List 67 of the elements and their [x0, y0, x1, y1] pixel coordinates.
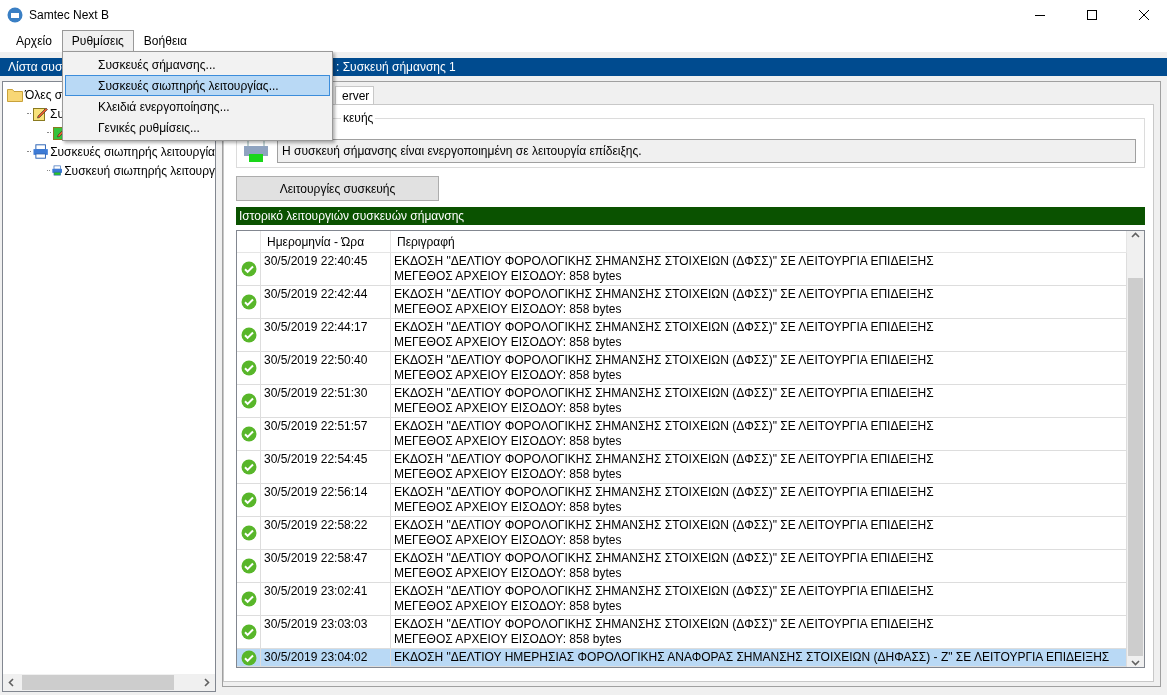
table-cell: ΕΚΔΟΣΗ "ΔΕΛΤΙΟΥ ΗΜΕΡΗΣΙΑΣ ΦΟΡΟΛΟΓΙΚΗΣ ΑΝΑΦΟΡΑΣ ΣΗΜΑΝΣΗΣ ΣΤΟΙΧΕΙΩΝ (ΔΗΦΑΣΣ) - Ζ" ΣΕ ΛΕΙΤΟΥΡΓΙΑ ΕΠΙΔΕΙΞΗΣ: [391, 649, 1127, 667]
group-label: κευής: [342, 111, 375, 125]
table-cell: 30/5/2019 22:58:22: [261, 517, 391, 550]
chevron-down-icon[interactable]: [1131, 658, 1140, 667]
maximize-icon: [1087, 10, 1097, 20]
chevron-left-icon[interactable]: [7, 678, 16, 687]
chevron-right-icon[interactable]: [202, 678, 211, 687]
table-cell: 30/5/2019 22:40:45: [261, 253, 391, 286]
table-cell: ΕΚΔΟΣΗ "ΔΕΛΤΙΟΥ ΦΟΡΟΛΟΓΙΚΗΣ ΣΗΜΑΝΣΗΣ ΣΤΟΙΧΕΙΩΝ (ΔΦΣΣ)" ΣΕ ΛΕΙΤΟΥΡΓΙΑ ΕΠΙΔΕΙΞΗΣ ΜΕΓΕΘΟΣ ΑΡΧΕΙΟΥ ΕΙΣΟΔΟΥ: 858 bytes: [391, 517, 1127, 550]
table-cell: 30/5/2019 22:51:57: [261, 418, 391, 451]
table-cell: ΕΚΔΟΣΗ "ΔΕΛΤΙΟΥ ΦΟΡΟΛΟΓΙΚΗΣ ΣΗΜΑΝΣΗΣ ΣΤΟΙΧΕΙΩΝ (ΔΦΣΣ)" ΣΕ ΛΕΙΤΟΥΡΓΙΑ ΕΠΙΔΕΙΞΗΣ ΜΕΓΕΘΟΣ ΑΡΧΕΙΟΥ ΕΙΣΟΔΟΥ: 858 bytes: [391, 616, 1127, 649]
table-cell: 30/5/2019 22:44:17: [261, 319, 391, 352]
check-circle-icon: [240, 558, 257, 574]
table-cell: ΕΚΔΟΣΗ "ΔΕΛΤΙΟΥ ΦΟΡΟΛΟΓΙΚΗΣ ΣΗΜΑΝΣΗΣ ΣΤΟΙΧΕΙΩΝ (ΔΦΣΣ)" ΣΕ ΛΕΙΤΟΥΡΓΙΑ ΕΠΙΔΕΙΞΗΣ ΜΕΓΕΘΟΣ ΑΡΧΕΙΟΥ ΕΙΣΟΔΟΥ: 858 bytes: [391, 352, 1127, 385]
table-cell: ΕΚΔΟΣΗ "ΔΕΛΤΙΟΥ ΦΟΡΟΛΟΓΙΚΗΣ ΣΗΜΑΝΣΗΣ ΣΤΟΙΧΕΙΩΝ (ΔΦΣΣ)" ΣΕ ΛΕΙΤΟΥΡΓΙΑ ΕΠΙΔΕΙΞΗΣ ΜΕΓΕΘΟΣ ΑΡΧΕΙΟΥ ΕΙΣΟΔΟΥ: 858 bytes: [391, 418, 1127, 451]
section-header: Ιστορικό λειτουργιών συσκευών σήμανσης: [236, 207, 1145, 225]
printer-icon: [51, 163, 63, 178]
table-cell: 30/5/2019 23:02:41: [261, 583, 391, 616]
check-circle-icon: [240, 393, 257, 409]
check-circle-icon: [240, 459, 257, 475]
table-cell: 30/5/2019 22:58:47: [261, 550, 391, 583]
table-cell: 30/5/2019 22:56:14: [261, 484, 391, 517]
printer-icon: [32, 144, 49, 159]
check-circle-icon: [240, 525, 257, 541]
tree-item[interactable]: Συσκευή σιωπηρής λειτουργ: [64, 163, 215, 178]
check-circle-icon: [240, 360, 257, 376]
printer-icon: [243, 139, 269, 163]
table-cell: 30/5/2019 22:50:40: [261, 352, 391, 385]
table-cell: ΕΚΔΟΣΗ "ΔΕΛΤΙΟΥ ΦΟΡΟΛΟΓΙΚΗΣ ΣΗΜΑΝΣΗΣ ΣΤΟΙΧΕΙΩΝ (ΔΦΣΣ)" ΣΕ ΛΕΙΤΟΥΡΓΙΑ ΕΠΙΔΕΙΞΗΣ ΜΕΓΕΘΟΣ ΑΡΧΕΙΟΥ ΕΙΣΟΔΟΥ: 858 bytes: [391, 550, 1127, 583]
table-cell: ΕΚΔΟΣΗ "ΔΕΛΤΙΟΥ ΦΟΡΟΛΟΓΙΚΗΣ ΣΗΜΑΝΣΗΣ ΣΤΟΙΧΕΙΩΝ (ΔΦΣΣ)" ΣΕ ΛΕΙΤΟΥΡΓΙΑ ΕΠΙΔΕΙΞΗΣ ΜΕΓΕΘΟΣ ΑΡΧΕΙΟΥ ΕΙΣΟΔΟΥ: 858 bytes: [391, 319, 1127, 352]
window-title: Samtec Next B: [29, 8, 111, 22]
check-circle-icon: [240, 426, 257, 442]
check-circle-icon: [240, 492, 257, 508]
close-icon: [1139, 10, 1149, 20]
chevron-up-icon[interactable]: [1131, 231, 1140, 240]
menu-entry[interactable]: Κλειδιά ενεργοποίησης...: [65, 96, 330, 117]
horizontal-scrollbar[interactable]: [3, 674, 215, 691]
table-cell: 30/5/2019 22:54:45: [261, 451, 391, 484]
table-cell: 30/5/2019 22:51:30: [261, 385, 391, 418]
table-cell: 30/5/2019 23:04:02: [261, 649, 391, 667]
table-cell: 30/5/2019 23:03:03: [261, 616, 391, 649]
pencil-note-icon: [33, 106, 48, 121]
folder-icon: [7, 87, 23, 102]
check-circle-icon: [240, 649, 257, 666]
table-cell: ΕΚΔΟΣΗ "ΔΕΛΤΙΟΥ ΦΟΡΟΛΟΓΙΚΗΣ ΣΗΜΑΝΣΗΣ ΣΤΟΙΧΕΙΩΝ (ΔΦΣΣ)" ΣΕ ΛΕΙΤΟΥΡΓΙΑ ΕΠΙΔΕΙΞΗΣ ΜΕΓΕΘΟΣ ΑΡΧΕΙΟΥ ΕΙΣΟΔΟΥ: 858 bytes: [391, 286, 1127, 319]
device-functions-button[interactable]: Λειτουργίες συσκευής: [236, 176, 439, 201]
check-circle-icon: [240, 624, 257, 640]
table-cell: ΕΚΔΟΣΗ "ΔΕΛΤΙΟΥ ΦΟΡΟΛΟΓΙΚΗΣ ΣΗΜΑΝΣΗΣ ΣΤΟΙΧΕΙΩΝ (ΔΦΣΣ)" ΣΕ ΛΕΙΤΟΥΡΓΙΑ ΕΠΙΔΕΙΞΗΣ ΜΕΓΕΘΟΣ ΑΡΧΕΙΟΥ ΕΙΣΟΔΟΥ: 858 bytes: [391, 385, 1127, 418]
status-message: Η συσκευή σήμανσης είναι ενεργοποιημένη σε λειτουργία επίδειξης.: [277, 139, 1136, 163]
table-cell: ΕΚΔΟΣΗ "ΔΕΛΤΙΟΥ ΦΟΡΟΛΟΓΙΚΗΣ ΣΗΜΑΝΣΗΣ ΣΤΟΙΧΕΙΩΝ (ΔΦΣΣ)" ΣΕ ΛΕΙΤΟΥΡΓΙΑ ΕΠΙΔΕΙΞΗΣ ΜΕΓΕΘΟΣ ΑΡΧΕΙΟΥ ΕΙΣΟΔΟΥ: 858 bytes: [391, 484, 1127, 517]
table-cell: ΕΚΔΟΣΗ "ΔΕΛΤΙΟΥ ΦΟΡΟΛΟΓΙΚΗΣ ΣΗΜΑΝΣΗΣ ΣΤΟΙΧΕΙΩΝ (ΔΦΣΣ)" ΣΕ ΛΕΙΤΟΥΡΓΙΑ ΕΠΙΔΕΙΞΗΣ ΜΕΓΕΘΟΣ ΑΡΧΕΙΟΥ ΕΙΣΟΔΟΥ: 858 bytes: [391, 253, 1127, 286]
tab[interactable]: erver: [335, 86, 375, 104]
menu-item[interactable]: Ρυθμίσεις: [61, 30, 134, 52]
table-cell: ΕΚΔΟΣΗ "ΔΕΛΤΙΟΥ ΦΟΡΟΛΟΓΙΚΗΣ ΣΗΜΑΝΣΗΣ ΣΤΟΙΧΕΙΩΝ (ΔΦΣΣ)" ΣΕ ΛΕΙΤΟΥΡΓΙΑ ΕΠΙΔΕΙΞΗΣ ΜΕΓΕΘΟΣ ΑΡΧΕΙΟΥ ΕΙΣΟΔΟΥ: 858 bytes: [391, 451, 1127, 484]
table-cell: 30/5/2019 22:42:44: [261, 286, 391, 319]
tree-item[interactable]: Όλες σ: [25, 87, 63, 102]
menu-entry[interactable]: Συσκευές σιωπηρής λειτουργίας...: [65, 75, 330, 96]
menu-entry[interactable]: Γενικές ρυθμίσεις...: [65, 117, 330, 138]
check-circle-icon: [240, 261, 257, 277]
table-cell: ΕΚΔΟΣΗ "ΔΕΛΤΙΟΥ ΦΟΡΟΛΟΓΙΚΗΣ ΣΗΜΑΝΣΗΣ ΣΤΟΙΧΕΙΩΝ (ΔΦΣΣ)" ΣΕ ΛΕΙΤΟΥΡΓΙΑ ΕΠΙΔΕΙΞΗΣ ΜΕΓΕΘΟΣ ΑΡΧΕΙΟΥ ΕΙΣΟΔΟΥ: 858 bytes: [391, 583, 1127, 616]
check-circle-icon: [240, 294, 257, 310]
check-circle-icon: [240, 327, 257, 343]
check-circle-icon: [240, 591, 257, 607]
app-icon: [7, 7, 23, 23]
tree-item[interactable]: Συσκευές σιωπηρής λειτουργία: [50, 144, 215, 159]
vertical-scrollbar[interactable]: [1127, 231, 1144, 667]
minimize-icon: [1035, 14, 1045, 16]
